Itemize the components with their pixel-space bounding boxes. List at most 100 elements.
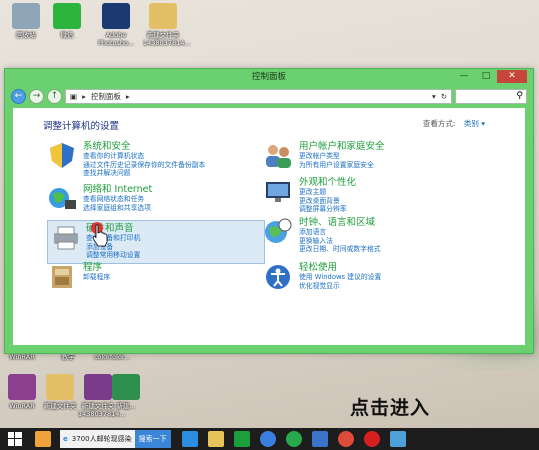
category-programs[interactable]: 程序 卸载程序	[47, 262, 110, 290]
taskbar-app[interactable]	[281, 428, 307, 450]
taskbar-app[interactable]	[333, 428, 359, 450]
category-link[interactable]: 更改主题	[299, 188, 356, 197]
category-link[interactable]: 更改帐户类型	[299, 152, 385, 161]
category-clock-globe[interactable]: 时钟、语言和区域 添加语言 更换输入法 更改日期、时间或数字格式	[263, 217, 381, 254]
desktop-icon[interactable]: 新建文件夹 1438037814...	[143, 3, 191, 47]
address-bar[interactable]: ▣ ▸ 控制面板 ▸ ▾ ↻	[65, 88, 452, 104]
start-button[interactable]	[0, 428, 30, 450]
control-panel-icon: ▣	[70, 91, 78, 101]
browser-e-icon	[285, 431, 302, 447]
title-bar[interactable]: 控制面板 — □ ✕	[5, 69, 533, 86]
category-body: 程序 卸载程序	[83, 262, 110, 290]
breadcrumb-separator: ▸	[82, 91, 86, 101]
category-link[interactable]: 选择家庭组和共享选项	[83, 204, 152, 213]
chrome-icon	[337, 431, 354, 447]
desktop-icon[interactable]: 回收站	[6, 3, 46, 39]
search-input[interactable]: ⚲	[455, 88, 527, 104]
category-link[interactable]: 查看网络状态和任务	[83, 195, 152, 204]
search-icon: ⚲	[516, 91, 523, 101]
close-button[interactable]: ✕	[497, 70, 527, 83]
category-link[interactable]: 卸载程序	[83, 273, 110, 282]
category-links: 查看网络状态和任务 选择家庭组和共享选项	[83, 195, 152, 212]
category-link[interactable]: 更换输入法	[299, 237, 381, 246]
category-link[interactable]: 更改桌面背景	[299, 197, 356, 206]
page-title: 调整计算机的设置	[43, 121, 120, 132]
category-title[interactable]: 程序	[83, 262, 110, 273]
desktop-icon-label: WinRAR	[9, 353, 35, 361]
desktop-icon-label: 微信	[60, 31, 74, 39]
taskbar-app[interactable]	[177, 428, 203, 450]
taskbar-app[interactable]	[203, 428, 229, 450]
taskbar: e 3700人邮轮现感染 搜索一下	[0, 428, 539, 450]
desktop-icon[interactable]: 微信	[47, 3, 87, 39]
view-by-dropdown[interactable]: 类别 ▾	[464, 119, 485, 128]
category-link[interactable]: 调整屏幕分辨率	[299, 205, 356, 214]
desktop-icon[interactable]: 新建文件夹	[40, 374, 80, 410]
category-link[interactable]: 查找并解决问题	[83, 169, 205, 178]
desktop-icon-label: colorfolor...	[93, 353, 131, 361]
category-users[interactable]: 用户帐户和家庭安全 更改帐户类型 为所有用户设置家庭安全	[263, 141, 385, 169]
category-body: 系统和安全 查看你的计算机状态 通过文件历史记录保存你的文件备份副本 查找并解决问题	[83, 141, 205, 178]
desktop-icon[interactable]: Adobe Photosho...	[96, 3, 136, 47]
category-appearance[interactable]: 外观和个性化 更改主题 更改桌面背景 调整屏幕分辨率	[263, 177, 356, 214]
breadcrumb-arrow: ▸	[125, 91, 130, 101]
category-link[interactable]: 为所有用户设置家庭安全	[299, 161, 385, 170]
category-link[interactable]: 使用 Windows 建议的设置	[299, 273, 381, 282]
category-title[interactable]: 用户帐户和家庭安全	[299, 141, 385, 152]
desktop-icon-label: WinRAR	[9, 402, 35, 410]
category-links: 查看你的计算机状态 通过文件历史记录保存你的文件备份副本 查找并解决问题	[83, 152, 205, 178]
taskbar-app[interactable]	[359, 428, 385, 450]
category-link[interactable]: 调整常用移动设置	[86, 251, 140, 260]
taskbar-app[interactable]	[229, 428, 255, 450]
taskbar-app-360[interactable]	[30, 428, 56, 450]
category-link[interactable]: 优化视觉显示	[299, 282, 381, 291]
category-shield[interactable]: 系统和安全 查看你的计算机状态 通过文件历史记录保存你的文件备份副本 查找并解决问题	[47, 141, 205, 178]
printer-icon	[50, 223, 80, 251]
category-printer[interactable]: 硬件和声音 查看设备和打印机 添加设备 调整常用移动设置	[47, 220, 265, 264]
taskbar-app[interactable]	[385, 428, 411, 450]
taskbar-search-text: 3700人邮轮现感染	[71, 435, 132, 443]
ease-of-access-icon	[263, 262, 293, 290]
taskbar-search-box[interactable]: e 3700人邮轮现感染	[60, 430, 135, 448]
category-ease-of-access[interactable]: 轻松使用 使用 Windows 建议的设置 优化视觉显示	[263, 262, 381, 290]
up-button[interactable]: ↑	[47, 88, 62, 104]
folder-icon	[46, 374, 74, 400]
category-body: 外观和个性化 更改主题 更改桌面背景 调整屏幕分辨率	[299, 177, 356, 214]
category-links: 使用 Windows 建议的设置 优化视觉显示	[299, 273, 381, 290]
tutorial-caption: 点击进入	[350, 397, 431, 419]
desktop-icon-label: 回收站	[16, 31, 36, 39]
network-globe-icon	[47, 184, 77, 212]
refresh-icon[interactable]: ↻	[441, 92, 447, 101]
category-body: 轻松使用 使用 Windows 建议的设置 优化视觉显示	[299, 262, 381, 290]
taskbar-app[interactable]	[255, 428, 281, 450]
window-title: 控制面板	[251, 72, 286, 82]
category-link[interactable]: 查看你的计算机状态	[83, 152, 205, 161]
taskbar-search-button[interactable]: 搜索一下	[134, 430, 171, 448]
users-icon	[263, 141, 293, 169]
desktop-icon[interactable]: WinRAR	[2, 374, 42, 410]
chevron-down-icon[interactable]: ▾	[432, 92, 436, 101]
desktop-icon-label: Adobe Photosho...	[97, 31, 135, 47]
wps-icon	[311, 431, 328, 447]
category-title[interactable]: 外观和个性化	[299, 177, 356, 188]
maximize-button[interactable]: □	[475, 70, 497, 83]
category-body: 用户帐户和家庭安全 更改帐户类型 为所有用户设置家庭安全	[299, 141, 385, 169]
excel-file-icon	[112, 374, 140, 400]
desktop-icon[interactable]: 新建...	[106, 374, 146, 410]
recycle-bin-icon	[12, 3, 40, 29]
category-title[interactable]: 时钟、语言和区域	[299, 217, 381, 228]
minimize-button[interactable]: —	[453, 70, 475, 83]
category-link[interactable]: 更改日期、时间或数字格式	[299, 245, 381, 254]
category-network-globe[interactable]: 网络和 Internet 查看网络状态和任务 选择家庭组和共享选项	[47, 184, 152, 212]
category-title[interactable]: 轻松使用	[299, 262, 381, 273]
appearance-icon	[263, 177, 293, 205]
category-title[interactable]: 系统和安全	[83, 141, 205, 152]
back-button[interactable]: ←	[11, 88, 26, 104]
category-link[interactable]: 添加语言	[299, 228, 381, 237]
desktop-icon-label: 新建文件夹	[43, 402, 77, 410]
forward-button[interactable]: →	[29, 88, 44, 104]
category-title[interactable]: 网络和 Internet	[83, 184, 152, 195]
category-link[interactable]: 通过文件历史记录保存你的文件备份副本	[83, 161, 205, 170]
taskbar-app[interactable]	[307, 428, 333, 450]
breadcrumb-control-panel[interactable]: 控制面板	[91, 91, 121, 102]
